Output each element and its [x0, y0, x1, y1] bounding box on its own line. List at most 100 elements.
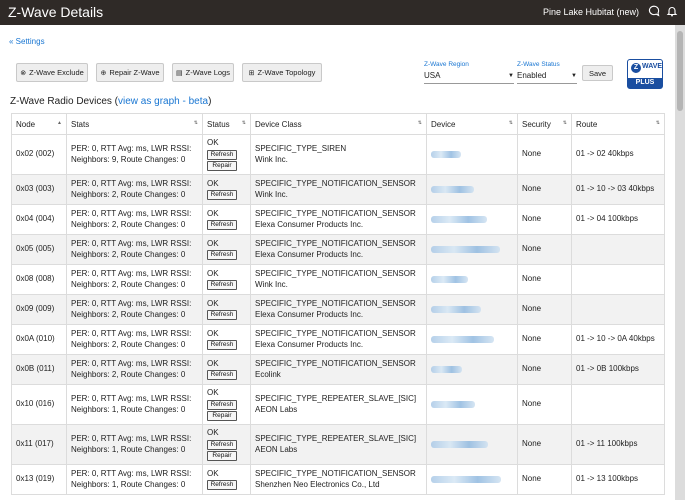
refresh-button[interactable]: Refresh — [207, 190, 237, 201]
security-cell: None — [517, 264, 572, 295]
device-class-text: SPECIFIC_TYPE_NOTIFICATION_SENSOR — [255, 469, 416, 478]
status-text: OK — [207, 208, 219, 218]
status-cell: OK Refresh — [202, 234, 251, 265]
status-cell: OK Refresh — [202, 174, 251, 205]
device-name-redacted[interactable] — [431, 336, 494, 343]
zwave-logs-button[interactable]: ▤ Z-Wave Logs — [172, 63, 234, 82]
section-title-text: Z-Wave Radio Devices — [10, 96, 112, 107]
device-class-cell: SPECIFIC_TYPE_NOTIFICATION_SENSOR Elexa C… — [250, 204, 427, 235]
stats-line-1: PER: 0, RTT Avg: ms, LWR RSSI: — [71, 144, 192, 153]
device-class-cell: SPECIFIC_TYPE_REPEATER_SLAVE_[SIC] AEON L… — [250, 384, 427, 425]
stats-line-2: Neighbors: 2, Route Changes: 0 — [71, 369, 186, 379]
view-as-graph-link[interactable]: view as graph - beta — [118, 96, 208, 107]
table-row: 0x0B (011) PER: 0, RTT Avg: ms, LWR RSSI:… — [11, 354, 665, 385]
route-cell: 01 -> 13 100kbps — [571, 464, 665, 495]
stats-cell: PER: 0, RTT Avg: ms, LWR RSSI: Neighbors:… — [66, 324, 203, 355]
zwave-logo-plus: PLUS — [628, 78, 662, 88]
column-header-device[interactable]: Device ⇅ — [426, 113, 518, 135]
device-class-text: SPECIFIC_TYPE_SIREN — [255, 144, 347, 153]
sort-icon: ⇅ — [562, 120, 567, 126]
refresh-button[interactable]: Refresh — [207, 480, 237, 491]
device-cell — [426, 384, 518, 425]
column-header-route[interactable]: Route ⇅ — [571, 113, 665, 135]
refresh-button[interactable]: Refresh — [207, 280, 237, 291]
device-class-text: SPECIFIC_TYPE_NOTIFICATION_SENSOR — [255, 329, 416, 338]
stats-line-2: Neighbors: 1, Route Changes: 0 — [71, 404, 186, 414]
zwave-plus-logo: Z WAVE PLUS — [627, 59, 663, 89]
refresh-button[interactable]: Refresh — [207, 310, 237, 321]
device-name-redacted[interactable] — [431, 186, 474, 193]
refresh-button[interactable]: Refresh — [207, 439, 237, 450]
device-class-cell: SPECIFIC_TYPE_NOTIFICATION_SENSOR Elexa C… — [250, 234, 427, 265]
zwave-topology-button[interactable]: ⊞ Z-Wave Topology — [242, 63, 322, 82]
column-header-security[interactable]: Security ⇅ — [517, 113, 572, 135]
stats-cell: PER: 0, RTT Avg: ms, LWR RSSI: Neighbors:… — [66, 234, 203, 265]
device-name-redacted[interactable] — [431, 401, 475, 408]
status-cell: OK Refresh Repair — [202, 424, 251, 465]
bell-icon[interactable] — [666, 5, 678, 17]
manufacturer-text: Wink Inc. — [255, 189, 288, 199]
node-cell: 0x0B (011) — [11, 354, 67, 385]
route-cell — [571, 234, 665, 265]
scrollbar-thumb[interactable] — [677, 31, 683, 111]
refresh-button[interactable]: Refresh — [207, 250, 237, 261]
status-text: OK — [207, 428, 219, 438]
repair-button[interactable]: Repair — [207, 450, 237, 461]
stats-cell: PER: 0, RTT Avg: ms, LWR RSSI: Neighbors:… — [66, 354, 203, 385]
stats-cell: PER: 0, RTT Avg: ms, LWR RSSI: Neighbors:… — [66, 134, 203, 175]
device-cell — [426, 424, 518, 465]
refresh-button[interactable]: Refresh — [207, 220, 237, 231]
repair-button[interactable]: Repair — [207, 160, 237, 171]
device-class-text: SPECIFIC_TYPE_REPEATER_SLAVE_[SIC] — [255, 434, 417, 443]
column-header-stats[interactable]: Stats ⇅ — [66, 113, 203, 135]
column-header-node[interactable]: Node ▲ — [11, 113, 67, 135]
repair-button[interactable]: Repair — [207, 410, 237, 421]
manufacturer-text: AEON Labs — [255, 404, 298, 414]
stats-line-1: PER: 0, RTT Avg: ms, LWR RSSI: — [71, 329, 192, 338]
device-name-redacted[interactable] — [431, 441, 488, 448]
zwave-status-select[interactable]: Enabled ▼ — [517, 68, 577, 84]
page-scrollbar[interactable] — [675, 25, 685, 500]
security-cell: None — [517, 204, 572, 235]
column-header-status[interactable]: Status ⇅ — [202, 113, 251, 135]
device-name-redacted[interactable] — [431, 276, 468, 283]
manufacturer-text: AEON Labs — [255, 444, 298, 454]
save-button[interactable]: Save — [582, 65, 613, 81]
status-text: OK — [207, 178, 219, 188]
repair-zwave-button[interactable]: ⊕ Repair Z-Wave — [96, 63, 164, 82]
app-header: Z-Wave Details Pine Lake Hubitat (new) — [0, 0, 685, 25]
stats-cell: PER: 0, RTT Avg: ms, LWR RSSI: Neighbors:… — [66, 174, 203, 205]
node-cell: 0x04 (004) — [11, 204, 67, 235]
sort-icon: ⇅ — [508, 120, 513, 126]
device-name-redacted[interactable] — [431, 306, 481, 313]
column-header-device-class[interactable]: Device Class ⇅ — [250, 113, 427, 135]
security-cell: None — [517, 234, 572, 265]
security-cell: None — [517, 294, 572, 325]
device-cell — [426, 204, 518, 235]
route-cell: 01 -> 10 -> 0A 40kbps — [571, 324, 665, 355]
zwave-region-select[interactable]: USA ▼ — [424, 68, 514, 84]
device-name-redacted[interactable] — [431, 476, 501, 483]
device-class-text: SPECIFIC_TYPE_NOTIFICATION_SENSOR — [255, 179, 416, 188]
status-cell: OK Refresh — [202, 264, 251, 295]
manufacturer-text: Ecolink — [255, 369, 281, 379]
route-cell — [571, 294, 665, 325]
zwave-region-value: USA — [424, 71, 441, 80]
device-name-redacted[interactable] — [431, 216, 487, 223]
chat-icon[interactable] — [648, 5, 660, 17]
refresh-button[interactable]: Refresh — [207, 340, 237, 351]
refresh-button[interactable]: Refresh — [207, 149, 237, 160]
refresh-button[interactable]: Refresh — [207, 370, 237, 381]
sort-icon: ⇅ — [193, 120, 198, 126]
device-class-text: SPECIFIC_TYPE_NOTIFICATION_SENSOR — [255, 239, 416, 248]
device-name-redacted[interactable] — [431, 366, 462, 373]
back-to-settings-link[interactable]: « Settings — [9, 37, 45, 46]
status-text: OK — [207, 298, 219, 308]
device-cell — [426, 134, 518, 175]
route-cell: 01 -> 10 -> 03 40kbps — [571, 174, 665, 205]
refresh-button[interactable]: Refresh — [207, 399, 237, 410]
zwave-exclude-button[interactable]: ⊗ Z-Wave Exclude — [16, 63, 88, 82]
device-name-redacted[interactable] — [431, 246, 500, 253]
device-name-redacted[interactable] — [431, 151, 461, 158]
stats-line-2: Neighbors: 2, Route Changes: 0 — [71, 279, 186, 289]
